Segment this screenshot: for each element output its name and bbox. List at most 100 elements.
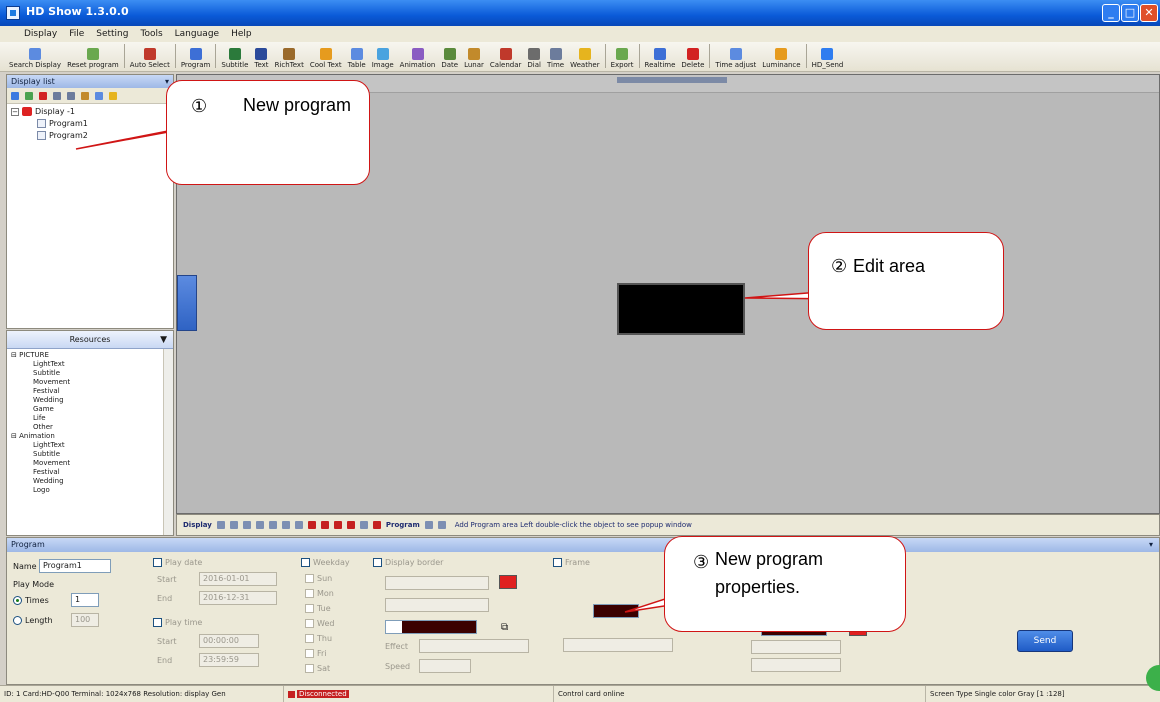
align-top-icon[interactable]: [333, 521, 342, 529]
length-input[interactable]: 100: [71, 613, 99, 627]
resource-item[interactable]: Wedding: [11, 396, 169, 405]
menu-display[interactable]: Display: [18, 29, 63, 39]
add-display-icon[interactable]: [11, 91, 19, 100]
delete-icon[interactable]: [39, 91, 47, 100]
toolbar-button-send[interactable]: HD_Send: [809, 43, 847, 69]
paste-icon[interactable]: [95, 91, 103, 100]
toolbar-button-table[interactable]: Table: [345, 43, 369, 69]
resource-item[interactable]: Festival: [11, 387, 169, 396]
frame-pattern-select[interactable]: [593, 604, 639, 618]
last-icon[interactable]: [268, 521, 277, 529]
move-down-icon[interactable]: [67, 91, 75, 100]
length-radio[interactable]: [13, 616, 22, 625]
ruler-tab[interactable]: [617, 77, 727, 83]
full-screen-icon[interactable]: [372, 521, 381, 529]
tree-program-node[interactable]: Program2: [11, 130, 169, 142]
toolbar-button-reset[interactable]: Reset program: [64, 43, 122, 69]
frame-speed-select[interactable]: [751, 640, 841, 654]
collapse-icon[interactable]: ⊟: [11, 351, 19, 359]
border-speed-select[interactable]: [419, 659, 471, 673]
tree-display-node[interactable]: − Display -1: [11, 106, 169, 118]
resources-header[interactable]: Resources ▼: [7, 331, 173, 349]
next-icon[interactable]: [255, 521, 264, 529]
dropdown-arrow-icon[interactable]: ▼: [160, 331, 167, 349]
program-prev-icon[interactable]: [424, 521, 433, 529]
toolbar-button-image[interactable]: Image: [369, 43, 397, 69]
resource-item[interactable]: Game: [11, 405, 169, 414]
menu-setting[interactable]: Setting: [90, 29, 134, 39]
weekday-checkbox[interactable]: [305, 589, 314, 598]
weekday-checkbox[interactable]: [305, 619, 314, 628]
fit-icon[interactable]: [359, 521, 368, 529]
weekday-checkbox[interactable]: [305, 634, 314, 643]
times-input[interactable]: 1: [71, 593, 99, 607]
start-date-input[interactable]: 2016-01-01: [199, 572, 277, 586]
toolbar-button-time[interactable]: Time: [544, 43, 567, 69]
resource-item[interactable]: Movement: [11, 378, 169, 387]
weekday-checkbox[interactable]: [305, 574, 314, 583]
edit-pattern-icon[interactable]: ⧉: [501, 622, 508, 633]
toolbar-button-realtime[interactable]: Realtime: [642, 43, 679, 69]
settings-icon[interactable]: [109, 91, 117, 100]
toolbar-button-search-display[interactable]: Search Display: [6, 43, 64, 69]
resource-item[interactable]: LightText: [11, 441, 169, 450]
side-panel-tab[interactable]: [177, 275, 197, 331]
toolbar-button-weather[interactable]: Weather: [567, 43, 602, 69]
zoom-in-icon[interactable]: [281, 521, 290, 529]
send-button[interactable]: Send: [1017, 630, 1073, 652]
toolbar-button-luminance[interactable]: Luminance: [759, 43, 803, 69]
frame-effect-select[interactable]: [563, 638, 673, 652]
toolbar-button-export[interactable]: Export: [608, 43, 637, 69]
add-program-icon[interactable]: [25, 91, 33, 100]
resource-item[interactable]: Festival: [11, 468, 169, 477]
display-border-checkbox[interactable]: [373, 558, 382, 567]
program-name-input[interactable]: Program1: [39, 559, 111, 573]
resource-item[interactable]: Life: [11, 414, 169, 423]
toolbar-button-richtext[interactable]: RichText: [272, 43, 307, 69]
resource-item[interactable]: Wedding: [11, 477, 169, 486]
program-next-icon[interactable]: [437, 521, 446, 529]
tree-program-node[interactable]: Program1: [11, 118, 169, 130]
end-date-input[interactable]: 2016-12-31: [199, 591, 277, 605]
led-screen-preview[interactable]: [617, 283, 745, 335]
play-icon[interactable]: [242, 521, 251, 529]
prev-icon[interactable]: [229, 521, 238, 529]
resources-scrollbar[interactable]: [163, 349, 173, 535]
frame-step-select[interactable]: [751, 658, 841, 672]
border-color-swatch[interactable]: [499, 575, 517, 589]
pin-icon[interactable]: ▾: [1149, 538, 1153, 552]
frame-checkbox[interactable]: [553, 558, 562, 567]
play-date-checkbox[interactable]: [153, 558, 162, 567]
border-style-select[interactable]: [385, 576, 489, 590]
menu-file[interactable]: File: [63, 29, 90, 39]
move-up-icon[interactable]: [53, 91, 61, 100]
toolbar-button-dial[interactable]: Dial: [524, 43, 544, 69]
border-width-select[interactable]: [385, 598, 489, 612]
align-bottom-icon[interactable]: [346, 521, 355, 529]
toolbar-button-auto-select[interactable]: Auto Select: [127, 43, 173, 69]
maximize-button[interactable]: □: [1121, 4, 1139, 22]
minimize-button[interactable]: _: [1102, 4, 1120, 22]
toolbar-button-program[interactable]: Program: [178, 43, 214, 69]
resource-item[interactable]: Subtitle: [11, 450, 169, 459]
weekday-checkbox[interactable]: [305, 649, 314, 658]
start-time-input[interactable]: 00:00:00: [199, 634, 259, 648]
menu-tools[interactable]: Tools: [134, 29, 168, 39]
toolbar-button-animation[interactable]: Animation: [397, 43, 439, 69]
toolbar-button-date[interactable]: Date: [438, 43, 461, 69]
border-effect-select[interactable]: [419, 639, 529, 653]
play-time-checkbox[interactable]: [153, 618, 162, 627]
toolbar-button-time-adjust[interactable]: Time adjust: [712, 43, 759, 69]
align-left-icon[interactable]: [307, 521, 316, 529]
zoom-out-icon[interactable]: [294, 521, 303, 529]
toolbar-button-lunar[interactable]: Lunar: [461, 43, 487, 69]
resource-item[interactable]: Other: [11, 423, 169, 432]
weekday-checkbox[interactable]: [305, 604, 314, 613]
first-icon[interactable]: [216, 521, 225, 529]
resource-item[interactable]: Subtitle: [11, 369, 169, 378]
close-button[interactable]: ✕: [1140, 4, 1158, 22]
copy-icon[interactable]: [81, 91, 89, 100]
resource-group[interactable]: ⊟ Animation: [11, 432, 169, 441]
weekday-checkbox[interactable]: [305, 664, 314, 673]
collapse-icon[interactable]: ⊟: [11, 432, 19, 440]
